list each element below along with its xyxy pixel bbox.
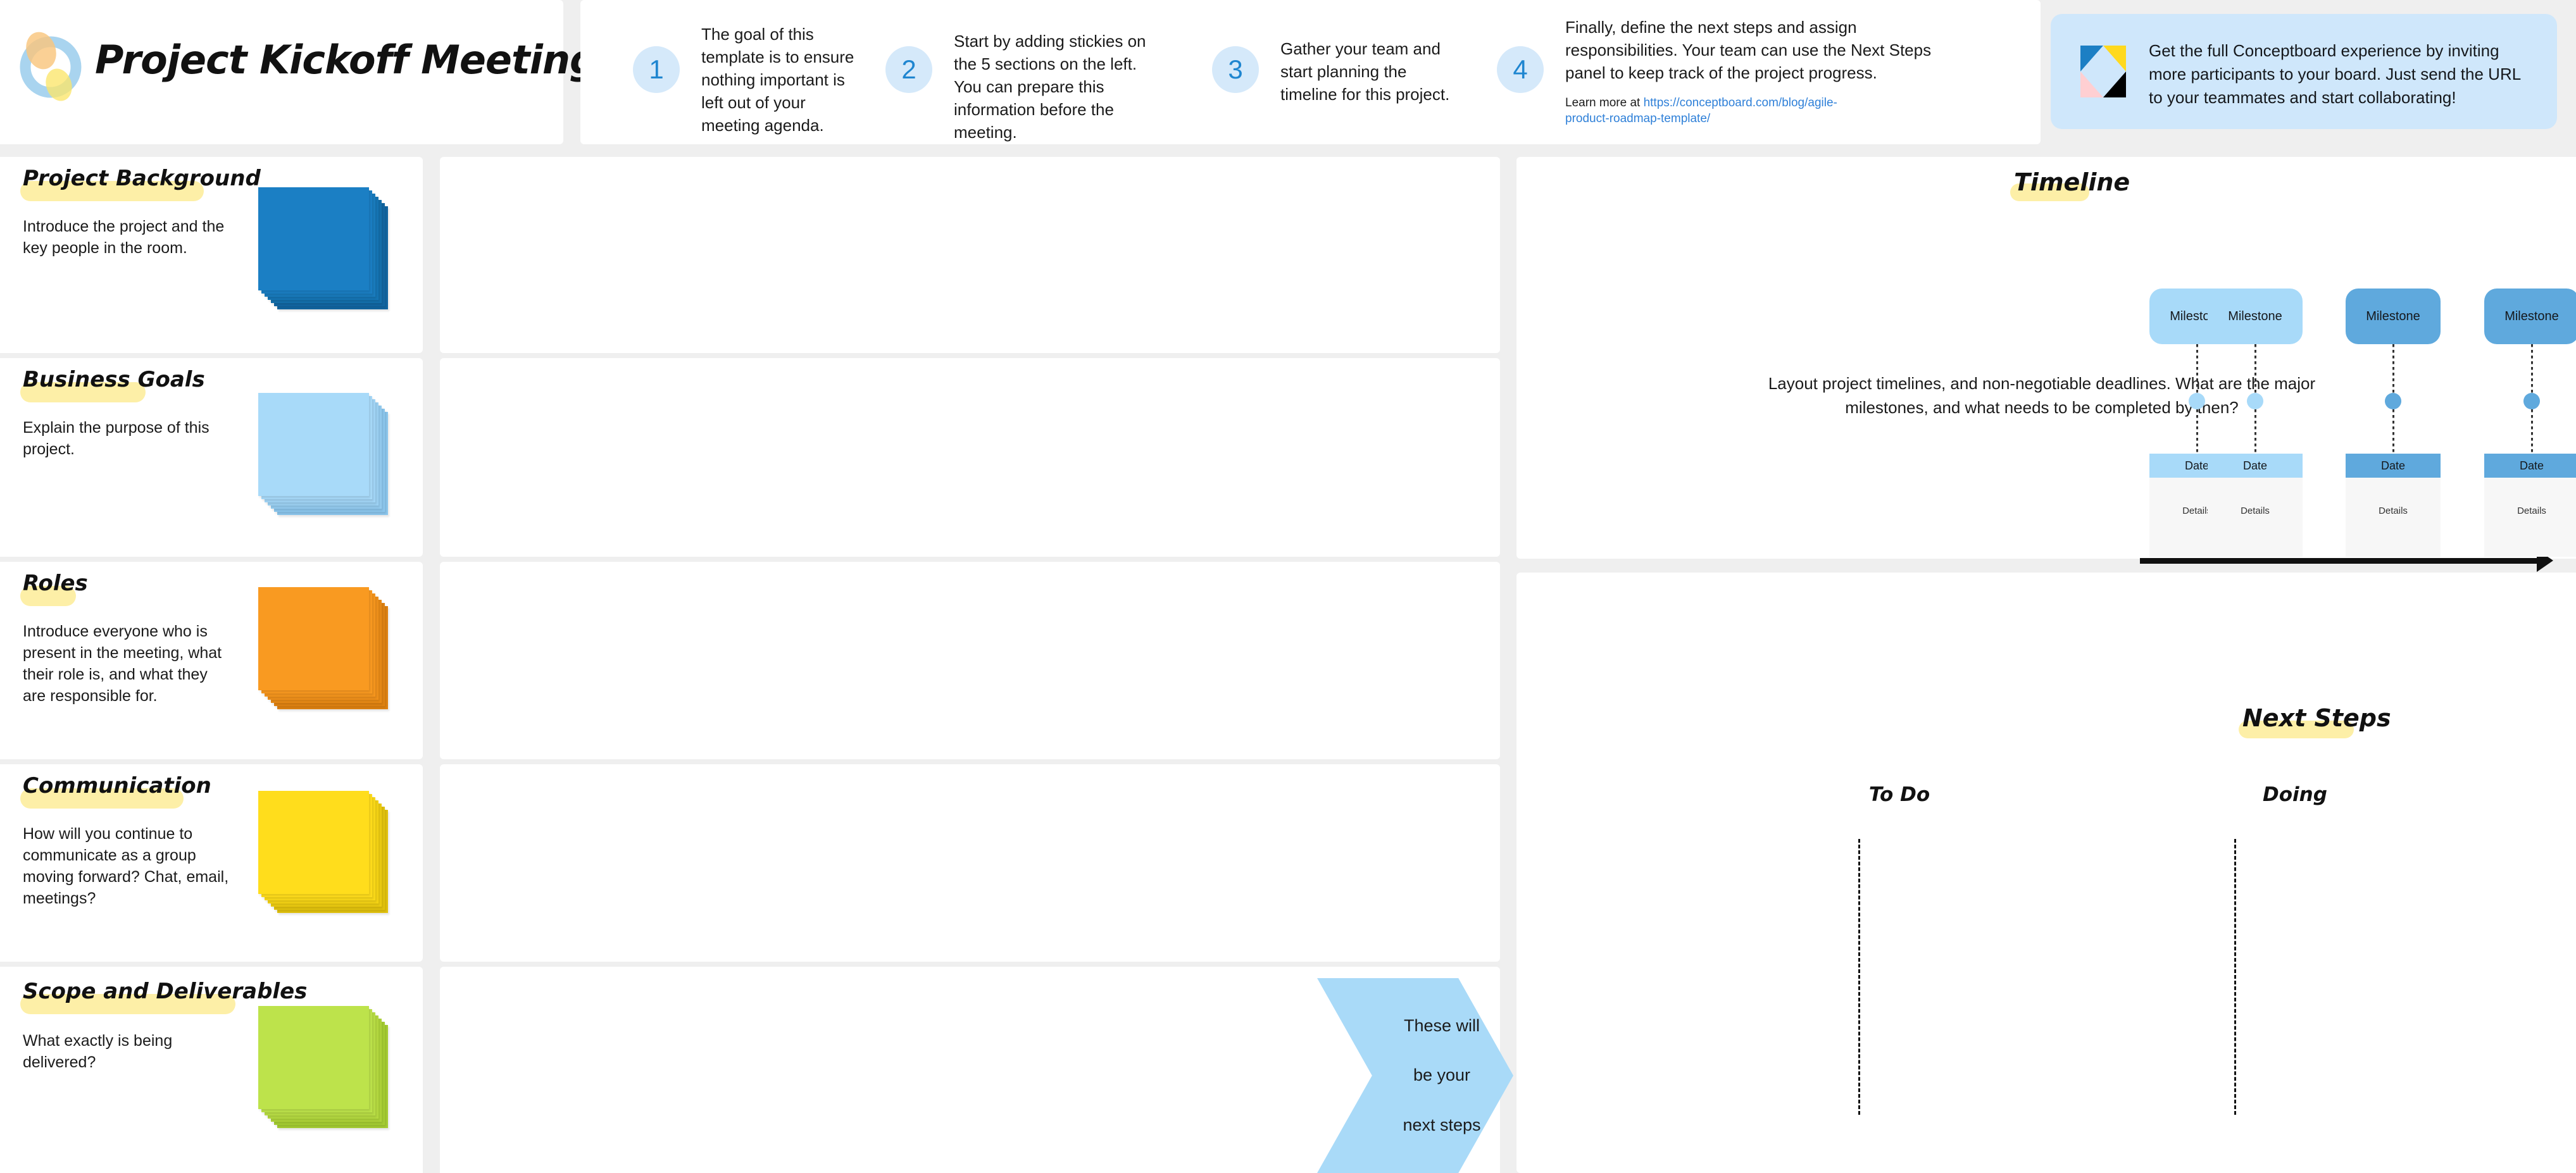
next-steps-title: Next Steps <box>2242 704 2391 732</box>
next-steps-arrow-label: These will be your next steps <box>1403 1016 1481 1134</box>
section-title-business-goals: Business Goals <box>23 367 205 392</box>
section-title-communication: Communication <box>23 773 211 798</box>
step-number-2: 2 <box>885 46 932 93</box>
conceptboard-promo-banner: Get the full Conceptboard experience by … <box>2051 14 2557 129</box>
section-body-business-goals: Explain the purpose of this project. <box>23 419 209 458</box>
section-panel-roles: Roles Introduce everyone who is present … <box>0 562 423 759</box>
learn-more-label: Learn more at <box>1565 96 1644 109</box>
section-body-scope-deliverables: What exactly is being delivered? <box>23 1032 173 1071</box>
timeline-title: Timeline <box>2014 168 2130 196</box>
section-title-roles: Roles <box>23 571 88 596</box>
section-body-project-background: Introduce the project and the key people… <box>23 218 225 257</box>
next-steps-panel: Next Steps To Do Doing Done <box>1516 573 2576 1173</box>
section-panel-communication: Communication How will you continue to c… <box>0 764 423 962</box>
section-title-scope-deliverables: Scope and Deliverables <box>23 979 308 1004</box>
timeline-axis <box>2140 558 2539 564</box>
sticky-stack-scope-deliverables[interactable] <box>258 1006 391 1133</box>
milestone-date-2[interactable]: Date <box>2208 454 2303 478</box>
page-title: Project Kickoff Meeting <box>95 37 597 83</box>
sticky-area-business-goals[interactable] <box>440 358 1500 557</box>
milestone-details-3[interactable]: Details <box>2346 478 2441 557</box>
step-text-4: Finally, define the next steps and assig… <box>1565 18 1932 82</box>
instructions-panel: 1 The goal of this template is to ensure… <box>580 0 2041 144</box>
step-number-1: 1 <box>633 46 680 93</box>
milestone-card-2[interactable]: Milestone <box>2208 289 2303 344</box>
milestone-details-4[interactable]: Details <box>2484 478 2576 557</box>
instruction-step-4: 4 Finally, define the next steps and ass… <box>1454 0 2023 144</box>
step-text-1: The goal of this template is to ensure n… <box>701 25 854 135</box>
sticky-stack-business-goals[interactable] <box>258 393 391 519</box>
step-text-2: Start by adding stickies on the 5 sectio… <box>954 32 1146 142</box>
step-number-4: 4 <box>1497 46 1544 93</box>
next-steps-column-doing: Doing <box>2263 783 2327 806</box>
sticky-stack-roles[interactable] <box>258 587 391 714</box>
milestone-details-2[interactable]: Details <box>2208 478 2303 557</box>
next-steps-divider-1 <box>1858 839 1860 1115</box>
milestone-node-2 <box>2247 393 2263 409</box>
sticky-area-communication[interactable] <box>440 764 1500 962</box>
milestone-node-4 <box>2523 393 2540 409</box>
instruction-step-2: 2 Start by adding stickies on the 5 sect… <box>872 0 1175 144</box>
milestone-card-3[interactable]: Milestone <box>2346 289 2441 344</box>
next-steps-column-todo: To Do <box>1868 783 1930 806</box>
board-title-panel: Project Kickoff Meeting <box>0 0 597 144</box>
milestone-node-3 <box>2385 393 2401 409</box>
timeline-description: Layout project timelines, and non-negoti… <box>1768 374 2316 417</box>
promo-banner-text: Get the full Conceptboard experience by … <box>2149 41 2521 107</box>
sticky-stack-project-background[interactable] <box>258 187 391 314</box>
section-body-roles: Introduce everyone who is present in the… <box>23 623 222 705</box>
step-text-3: Gather your team and start planning the … <box>1280 39 1450 104</box>
step-number-3: 3 <box>1212 46 1259 93</box>
sticky-stack-communication[interactable] <box>258 791 391 917</box>
section-panel-business-goals: Business Goals Explain the purpose of th… <box>0 358 423 557</box>
sticky-area-project-background[interactable] <box>440 157 1500 353</box>
section-title-project-background: Project Background <box>23 166 261 191</box>
milestone-date-4[interactable]: Date <box>2484 454 2576 478</box>
conceptboard-diamond-logo <box>2080 46 2126 97</box>
next-steps-divider-2 <box>2234 839 2236 1115</box>
milestone-card-4[interactable]: Milestone <box>2484 289 2576 344</box>
timeline-panel: Timeline Layout project timelines, and n… <box>1516 157 2576 572</box>
milestone-node-1 <box>2189 393 2205 409</box>
instruction-step-3: 3 Gather your team and start planning th… <box>1175 0 1449 144</box>
learn-more-line: Learn more at https://conceptboard.com/b… <box>1565 95 1856 127</box>
sticky-area-roles[interactable] <box>440 562 1500 759</box>
section-panel-scope-deliverables: Scope and Deliverables What exactly is b… <box>0 967 423 1173</box>
instruction-step-1: 1 The goal of this template is to ensure… <box>599 0 872 144</box>
section-body-communication: How will you continue to communicate as … <box>23 825 229 907</box>
whiteboard-canvas: Project Kickoff Meeting 1 The goal of th… <box>0 0 2576 1173</box>
section-panel-project-background: Project Background Introduce the project… <box>0 157 423 353</box>
conceptboard-rings-logo <box>20 32 82 101</box>
milestone-date-3[interactable]: Date <box>2346 454 2441 478</box>
